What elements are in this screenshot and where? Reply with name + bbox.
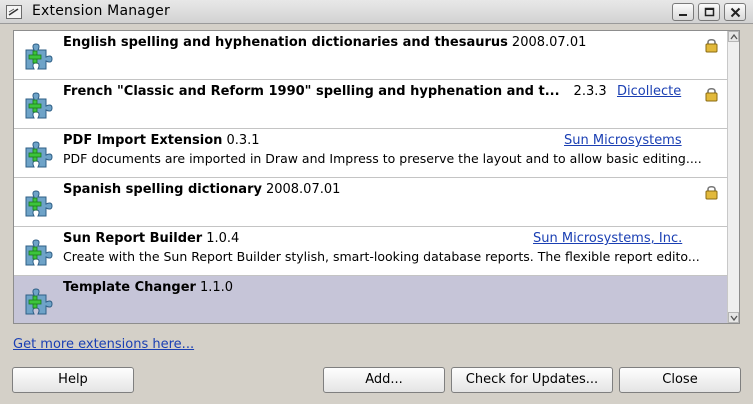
puzzle-piece-icon bbox=[25, 288, 53, 315]
extension-row[interactable]: Spanish spelling dictionary 2008.07.01 bbox=[14, 178, 728, 227]
close-button[interactable]: Close bbox=[619, 367, 741, 393]
publisher-link[interactable]: Sun Microsystems bbox=[564, 133, 682, 148]
close-icon bbox=[730, 7, 741, 18]
extension-version: 0.3.1 bbox=[226, 133, 260, 148]
extension-name: Template Changer 1.1.0 bbox=[63, 280, 234, 295]
scroll-up-button[interactable] bbox=[728, 31, 739, 42]
add-button[interactable]: Add... bbox=[323, 367, 445, 393]
title-bar: Extension Manager bbox=[0, 0, 753, 24]
extension-row-selected[interactable]: Template Changer 1.1.0 bbox=[14, 276, 728, 323]
extension-row[interactable]: PDF Import Extension 0.3.1 Sun Microsyste… bbox=[14, 129, 728, 178]
chevron-down-icon bbox=[730, 315, 738, 321]
extension-name: Sun Report Builder 1.0.4 bbox=[63, 231, 240, 246]
extension-name: Spanish spelling dictionary 2008.07.01 bbox=[63, 182, 341, 197]
lock-icon bbox=[705, 87, 718, 102]
puzzle-piece-icon bbox=[25, 239, 53, 266]
minimize-button[interactable] bbox=[672, 3, 694, 21]
maximize-button[interactable] bbox=[698, 3, 720, 21]
minimize-icon bbox=[679, 14, 687, 16]
app-icon bbox=[6, 5, 22, 19]
extension-name: PDF Import Extension 0.3.1 bbox=[63, 133, 260, 148]
maximize-icon bbox=[704, 7, 715, 17]
extension-version: 2008.07.01 bbox=[511, 35, 587, 50]
extension-version: 2.3.3 bbox=[573, 84, 607, 99]
check-for-updates-button[interactable]: Check for Updates... bbox=[451, 367, 613, 393]
extension-name: English spelling and hyphenation diction… bbox=[63, 35, 587, 50]
puzzle-piece-icon bbox=[25, 92, 53, 119]
publisher-link[interactable]: Sun Microsystems, Inc. bbox=[533, 231, 682, 246]
extension-version: 1.1.0 bbox=[199, 280, 234, 295]
scroll-down-button[interactable] bbox=[728, 312, 739, 323]
extension-row[interactable]: French "Classic and Reform 1990" spellin… bbox=[14, 80, 728, 129]
extension-name: French "Classic and Reform 1990" spellin… bbox=[63, 84, 607, 99]
vertical-scrollbar[interactable] bbox=[727, 31, 739, 323]
puzzle-piece-icon bbox=[25, 190, 53, 217]
chevron-up-icon bbox=[730, 34, 738, 40]
lock-icon bbox=[705, 38, 718, 53]
puzzle-piece-icon bbox=[25, 141, 53, 168]
extension-description: PDF documents are imported in Draw and I… bbox=[63, 151, 702, 166]
extension-version: 1.0.4 bbox=[206, 231, 240, 246]
window-title: Extension Manager bbox=[32, 3, 170, 19]
help-button[interactable]: Help bbox=[12, 367, 134, 393]
puzzle-piece-icon bbox=[25, 43, 53, 70]
get-more-extensions-link[interactable]: Get more extensions here... bbox=[13, 337, 194, 352]
publisher-link[interactable]: Dicollecte bbox=[617, 84, 681, 99]
close-window-button[interactable] bbox=[724, 3, 746, 21]
extension-list[interactable]: English spelling and hyphenation diction… bbox=[13, 30, 740, 324]
extension-version: 2008.07.01 bbox=[265, 182, 341, 197]
extension-row[interactable]: Sun Report Builder 1.0.4 Sun Microsystems… bbox=[14, 227, 728, 276]
extension-description: Create with the Sun Report Builder styli… bbox=[63, 249, 700, 264]
extension-row[interactable]: English spelling and hyphenation diction… bbox=[14, 31, 728, 80]
lock-icon bbox=[705, 185, 718, 200]
